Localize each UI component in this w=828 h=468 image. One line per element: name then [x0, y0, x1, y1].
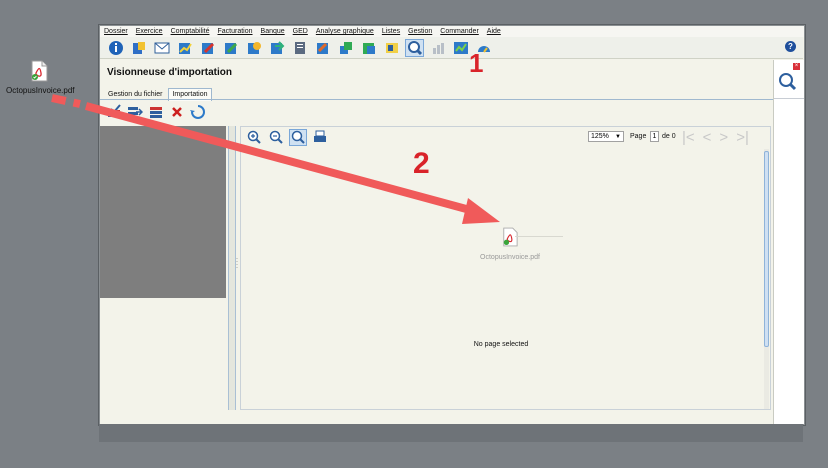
annotation-arrow-tail: [51, 94, 81, 108]
step-1-label: 1: [469, 48, 484, 78]
annotation-arrow-head: [462, 198, 500, 224]
step-2-label: 2: [413, 147, 430, 180]
annotation-overlay: [51, 94, 500, 224]
